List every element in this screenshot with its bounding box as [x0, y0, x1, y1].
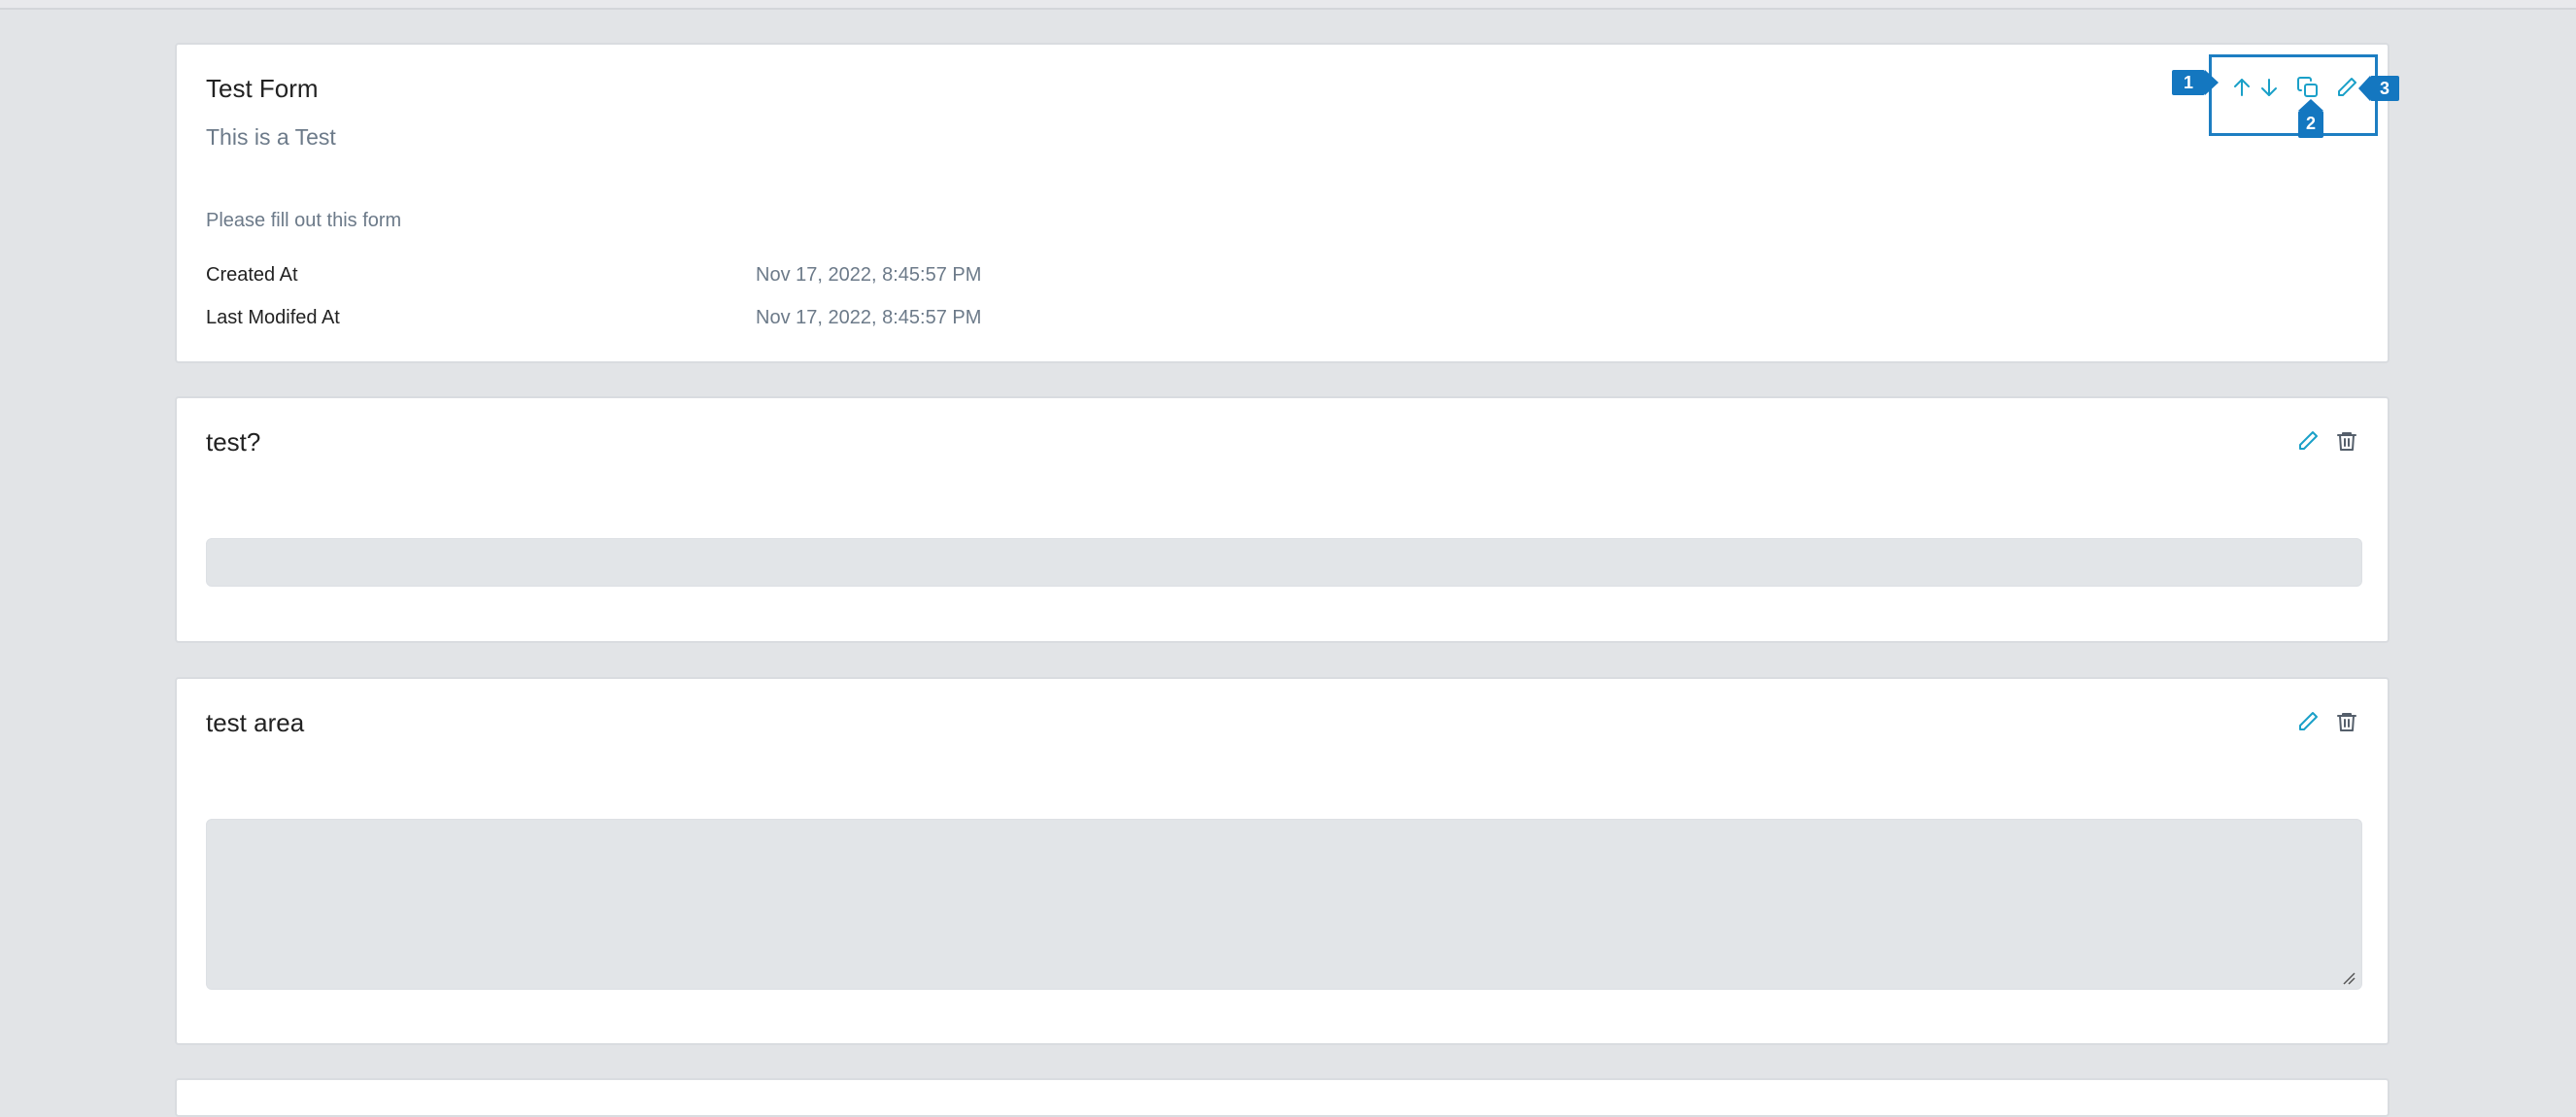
annotation-callout-3: 3	[2358, 76, 2399, 101]
question-card: test area	[175, 677, 2390, 1045]
question-card	[175, 1078, 2390, 1117]
edit-question-button[interactable]	[2294, 427, 2322, 455]
trash-icon	[2337, 713, 2356, 731]
form-subtitle: This is a Test	[206, 124, 336, 150]
pencil-icon	[2299, 712, 2318, 730]
created-at-value: Nov 17, 2022, 8:45:57 PM	[756, 264, 982, 286]
form-header-card: Test Form This is a Test Please fill out…	[175, 43, 2390, 363]
annotation-callout-2: 2	[2298, 99, 2323, 138]
question-textarea[interactable]	[206, 819, 2362, 990]
resize-grip-icon[interactable]	[2342, 971, 2356, 985]
question-title: test area	[206, 708, 305, 737]
form-description: Please fill out this form	[206, 210, 402, 231]
created-at-label: Created At	[206, 264, 298, 286]
pencil-icon	[2299, 431, 2318, 450]
question-title: test?	[206, 427, 261, 457]
top-border	[0, 0, 2576, 10]
form-title: Test Form	[206, 74, 319, 103]
trash-icon	[2337, 432, 2356, 451]
question-text-input[interactable]	[206, 538, 2362, 587]
annotation-highlight-box	[2209, 54, 2378, 136]
delete-question-button[interactable]	[2333, 708, 2360, 735]
question-card: test?	[175, 396, 2390, 643]
annotation-callout-1: 1	[2172, 70, 2219, 95]
delete-question-button[interactable]	[2333, 427, 2360, 455]
edit-question-button[interactable]	[2294, 708, 2322, 735]
last-modified-value: Nov 17, 2022, 8:45:57 PM	[756, 307, 982, 328]
last-modified-label: Last Modifed At	[206, 307, 340, 328]
